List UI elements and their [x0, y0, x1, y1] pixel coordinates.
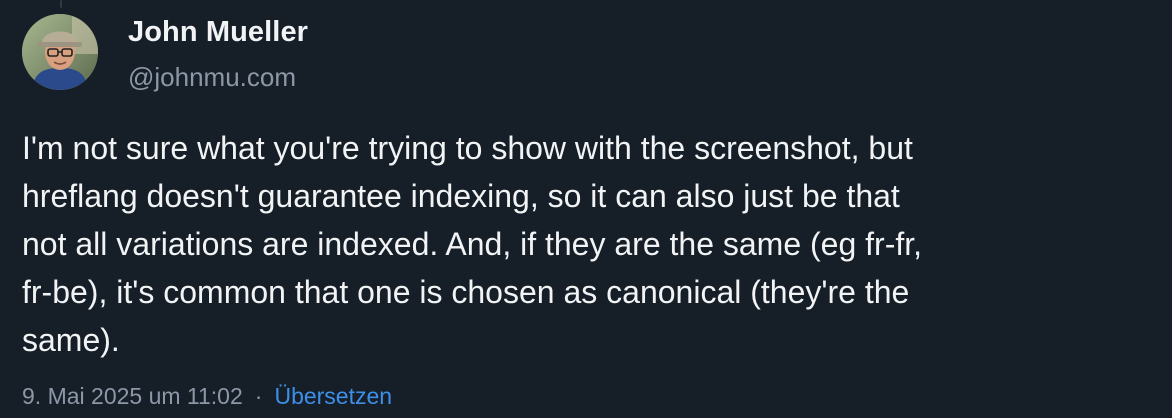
- post-meta-row: 9. Mai 2025 um 11:02 · Übersetzen: [22, 383, 392, 410]
- thread-connector-line: [60, 0, 62, 8]
- author-name[interactable]: John Mueller: [128, 16, 308, 49]
- meta-separator: ·: [254, 383, 263, 409]
- avatar[interactable]: [22, 14, 98, 90]
- post-text-line: fr-be), it's common that one is chosen a…: [22, 274, 910, 310]
- post-text: I'm not sure what you're trying to show …: [22, 124, 1142, 364]
- post-text-line: hreflang doesn't guarantee indexing, so …: [22, 178, 900, 214]
- author-handle[interactable]: @johnmu.com: [128, 62, 296, 93]
- post-text-line: same).: [22, 322, 120, 358]
- post-text-line: I'm not sure what you're trying to show …: [22, 130, 913, 166]
- post-text-line: not all variations are indexed. And, if …: [22, 226, 923, 262]
- avatar-image: [22, 14, 98, 90]
- post-timestamp[interactable]: 9. Mai 2025 um 11:02: [22, 383, 243, 409]
- translate-link[interactable]: Übersetzen: [274, 383, 392, 409]
